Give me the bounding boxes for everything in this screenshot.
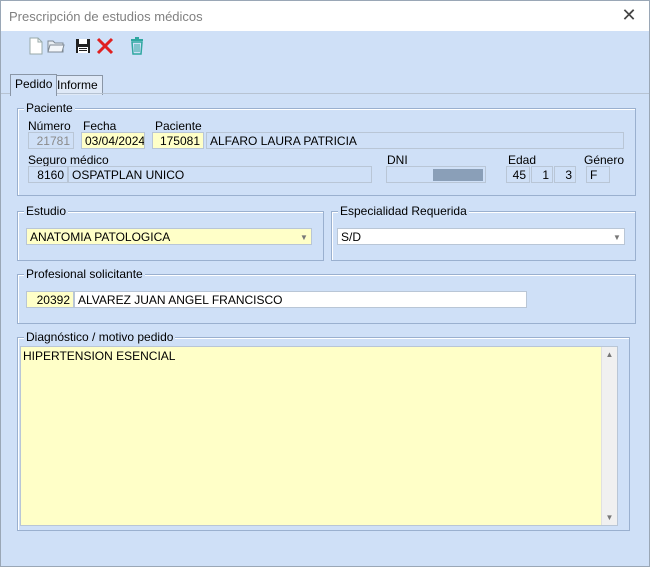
profesional-codigo-field[interactable]: 20392 — [26, 291, 74, 308]
genero-label: Género — [584, 153, 625, 167]
delete-x-icon[interactable] — [96, 37, 116, 57]
paciente-group: Paciente Número Fecha Paciente 21781 03/… — [17, 101, 636, 196]
diagnostico-group: Diagnóstico / motivo pedido HIPERTENSION… — [17, 330, 630, 531]
edad-dias-field: 3 — [554, 166, 576, 183]
dni-label: DNI — [387, 153, 408, 167]
diagnostico-textarea[interactable]: HIPERTENSION ESENCIAL ▲ ▼ — [20, 346, 618, 526]
numero-label: Número — [28, 119, 71, 133]
paciente-label: Paciente — [155, 119, 202, 133]
save-icon[interactable] — [74, 37, 94, 57]
estudio-group: Estudio ANATOMIA PATOLOGICA ▼ — [17, 204, 324, 261]
especialidad-group: Especialidad Requerida S/D ▼ — [331, 204, 636, 261]
open-folder-icon[interactable] — [47, 37, 67, 57]
dni-field — [386, 166, 486, 183]
scroll-down-icon[interactable]: ▼ — [602, 510, 617, 525]
fecha-field[interactable]: 03/04/2024 — [81, 132, 145, 149]
profesional-group-label: Profesional solicitante — [24, 267, 145, 281]
seguro-nombre-field: OSPATPLAN UNICO — [68, 166, 372, 183]
chevron-down-icon[interactable]: ▼ — [610, 229, 624, 244]
estudio-value: ANATOMIA PATOLOGICA — [30, 230, 171, 244]
seguro-codigo-field: 8160 — [28, 166, 68, 183]
edad-label: Edad — [508, 153, 537, 167]
close-icon[interactable]: ✕ — [619, 5, 639, 26]
estudio-group-label: Estudio — [24, 204, 69, 218]
paciente-nombre-field: ALFARO LAURA PATRICIA — [206, 132, 624, 149]
title-bar: Prescripción de estudios médicos ✕ — [1, 1, 649, 31]
tab-baseline — [1, 93, 649, 94]
seguro-label: Seguro médico — [28, 153, 109, 167]
genero-field: F — [586, 166, 610, 183]
dni-redacted-block — [433, 169, 483, 181]
new-document-icon[interactable] — [28, 37, 48, 57]
tab-informe[interactable]: Informe — [52, 75, 103, 95]
paciente-group-label: Paciente — [24, 101, 75, 115]
especialidad-value: S/D — [341, 230, 362, 244]
edad-meses-field: 1 — [531, 166, 553, 183]
toolbar — [1, 31, 649, 67]
prescription-window: Prescripción de estudios médicos ✕ Pedid… — [0, 0, 650, 567]
window-title: Prescripción de estudios médicos — [9, 9, 203, 24]
numero-field: 21781 — [28, 132, 74, 149]
tab-pedido[interactable]: Pedido — [10, 74, 58, 96]
chevron-down-icon[interactable]: ▼ — [297, 229, 311, 244]
trash-icon[interactable] — [129, 37, 149, 57]
edad-anios-field: 45 — [506, 166, 530, 183]
especialidad-select[interactable]: S/D ▼ — [337, 228, 625, 245]
scroll-up-icon[interactable]: ▲ — [602, 347, 617, 362]
fecha-label: Fecha — [83, 119, 117, 133]
profesional-group: Profesional solicitante 20392 ALVAREZ JU… — [17, 267, 636, 324]
profesional-nombre-field[interactable]: ALVAREZ JUAN ANGEL FRANCISCO — [74, 291, 527, 308]
especialidad-group-label: Especialidad Requerida — [338, 204, 469, 218]
diagnostico-scrollbar[interactable]: ▲ ▼ — [601, 347, 617, 525]
diagnostico-text: HIPERTENSION ESENCIAL — [23, 349, 176, 363]
estudio-select[interactable]: ANATOMIA PATOLOGICA ▼ — [26, 228, 312, 245]
paciente-id-field[interactable]: 175081 — [152, 132, 204, 149]
diagnostico-group-label: Diagnóstico / motivo pedido — [24, 330, 176, 344]
